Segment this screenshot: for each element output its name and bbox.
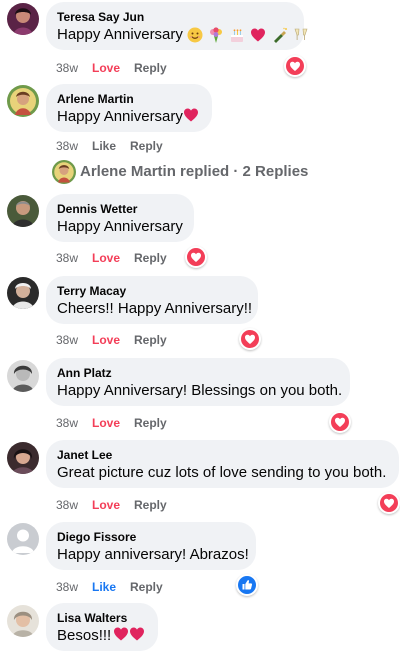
heart-emoji <box>183 108 198 122</box>
love-reaction-icon[interactable] <box>329 411 351 433</box>
like-action[interactable]: Like <box>92 138 116 154</box>
avatar[interactable] <box>7 195 39 227</box>
comment-text: Happy Anniversary! Blessings on you both… <box>57 382 343 399</box>
comment-author[interactable]: Teresa Say Jun <box>57 9 293 25</box>
reply-button[interactable]: Reply <box>134 415 167 431</box>
comment-author[interactable]: Dennis Wetter <box>57 201 183 217</box>
champagne-emoji <box>273 27 287 44</box>
toast-emoji <box>294 28 308 41</box>
comment-bubble: Lisa Walters Besos!!! <box>46 603 158 651</box>
comment-text: Great picture cuz lots of love sending t… <box>57 464 387 481</box>
comment-author[interactable]: Janet Lee <box>57 447 388 463</box>
comment-text: Happy Anniversary <box>57 218 183 235</box>
comment-actions: 38w Love Reply <box>56 250 181 266</box>
comment-bubble: Ann Platz Happy Anniversary! Blessings o… <box>46 358 350 406</box>
love-action[interactable]: Love <box>92 60 120 76</box>
comment-bubble: Janet Lee Great picture cuz lots of love… <box>46 440 399 488</box>
heart-emoji <box>251 28 266 42</box>
comment-timestamp[interactable]: 38w <box>56 138 92 154</box>
comment-text: Happy anniversary! Abrazos! <box>57 546 249 563</box>
comment-timestamp[interactable]: 38w <box>56 250 92 266</box>
comment-text: Cheers!! Happy Anniversary!! <box>57 300 253 317</box>
cake-emoji <box>231 29 244 43</box>
comment-actions: 38w Like Reply <box>56 138 177 154</box>
love-reaction-icon[interactable] <box>284 55 306 77</box>
comment-author[interactable]: Ann Platz <box>57 365 339 381</box>
bouquet-emoji <box>210 27 223 44</box>
emoji-row <box>187 27 310 44</box>
love-action[interactable]: Love <box>92 332 120 348</box>
avatar[interactable] <box>7 360 39 392</box>
reply-button[interactable]: Reply <box>134 332 167 348</box>
comment-timestamp[interactable]: 38w <box>56 60 92 76</box>
avatar[interactable] <box>7 523 39 555</box>
reply-button[interactable]: Reply <box>134 250 167 266</box>
comment-actions: 38w Love Reply <box>56 497 181 513</box>
avatar <box>52 160 76 184</box>
reply-button[interactable]: Reply <box>130 138 163 154</box>
comment-timestamp[interactable]: 38w <box>56 579 92 595</box>
avatar[interactable] <box>7 277 39 309</box>
comment-text: Happy Anniversary <box>57 107 201 127</box>
love-action[interactable]: Love <box>92 250 120 266</box>
love-reaction-icon[interactable] <box>378 492 400 514</box>
comment-author[interactable]: Arlene Martin <box>57 91 201 107</box>
comment-timestamp[interactable]: 38w <box>56 497 92 513</box>
avatar[interactable] <box>7 442 39 474</box>
reply-button[interactable]: Reply <box>134 60 167 76</box>
comment-bubble: Diego Fissore Happy anniversary! Abrazos… <box>46 522 256 570</box>
comment-text: Besos!!! <box>57 626 147 646</box>
like-reaction-icon[interactable] <box>236 574 258 596</box>
comment-actions: 38w Love Reply <box>56 60 181 76</box>
avatar[interactable] <box>7 605 39 637</box>
comment-bubble: Dennis Wetter Happy Anniversary <box>46 194 194 242</box>
replies-summary[interactable]: Arlene Martin replied · 2 Replies <box>80 163 308 180</box>
love-action[interactable]: Love <box>92 415 120 431</box>
like-action[interactable]: Like <box>92 579 116 595</box>
reply-button[interactable]: Reply <box>130 579 163 595</box>
reply-button[interactable]: Reply <box>134 497 167 513</box>
comment-actions: 38w Like Reply <box>56 579 177 595</box>
heart-emoji <box>114 627 129 641</box>
avatar[interactable] <box>7 85 39 117</box>
comment-text: Happy Anniversary <box>57 25 308 45</box>
comment-author[interactable]: Lisa Walters <box>57 610 147 626</box>
comment-actions: 38w Love Reply <box>56 415 181 431</box>
love-reaction-icon[interactable] <box>239 328 261 350</box>
love-action[interactable]: Love <box>92 497 120 513</box>
comment-actions: 38w Love Reply <box>56 332 181 348</box>
avatar[interactable] <box>7 3 39 35</box>
comment-bubble: Terry Macay Cheers!! Happy Anniversary!! <box>46 276 258 324</box>
comment-timestamp[interactable]: 38w <box>56 332 92 348</box>
comment-bubble: Teresa Say Jun Happy Anniversary <box>46 2 308 50</box>
love-reaction-icon[interactable] <box>185 246 207 268</box>
comment-bubble: Arlene Martin Happy Anniversary <box>46 84 212 132</box>
comment-timestamp[interactable]: 38w <box>56 415 92 431</box>
comment-author[interactable]: Terry Macay <box>57 283 247 299</box>
comment-author[interactable]: Diego Fissore <box>57 529 245 545</box>
heart-emoji <box>130 627 145 641</box>
smile-emoji <box>187 27 203 43</box>
